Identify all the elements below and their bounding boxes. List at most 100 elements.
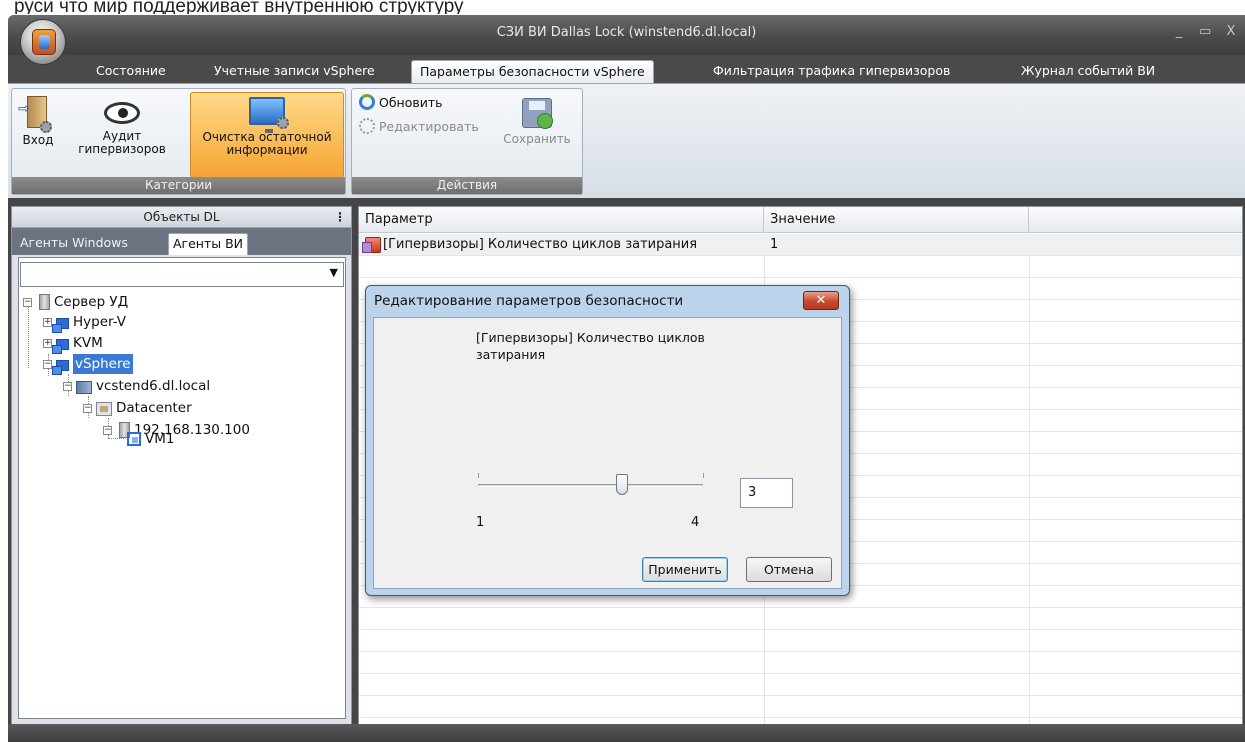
table-row xyxy=(359,652,1242,674)
tree-node-server[interactable]: − Сервер УД xyxy=(23,292,128,312)
edit-security-params-dialog: Редактирование параметров безопасности ✕… xyxy=(365,285,850,596)
residual-cleanup-label: Очистка остаточной информации xyxy=(202,130,332,157)
param-name: [Гипервизоры] Количество циклов затирани… xyxy=(383,237,698,252)
tab-windows-agents[interactable]: Агенты Windows xyxy=(16,233,132,255)
cluster-icon xyxy=(52,339,69,354)
objects-pane-title: Объекты DL xyxy=(143,210,220,224)
window-title: СЗИ ВИ Dallas Lock (winstend6.dl.local) xyxy=(496,25,757,40)
tree-node-label: vcstend6.dl.local xyxy=(96,378,211,394)
parameter-description: [Гипервизоры] Количество циклов затирани… xyxy=(476,330,705,362)
tab-vsphere-accounts[interactable]: Учетные записи vSphere xyxy=(206,60,383,83)
title-bar: СЗИ ВИ Dallas Lock (winstend6.dl.local) … xyxy=(8,15,1245,55)
apply-button[interactable]: Применить xyxy=(642,557,728,582)
pane-grip-icon[interactable]: ⋮ xyxy=(334,207,346,227)
maximize-button[interactable]: ▭ xyxy=(1199,24,1211,39)
categories-group: Вход Аудит гипервизоров Очистка остаточн… xyxy=(11,88,346,195)
login-category-label: Вход xyxy=(22,133,54,147)
objects-pane: Объекты DL ⋮ Агенты Windows Агенты ВИ ▼ … xyxy=(11,206,352,726)
tree-node-vcenter[interactable]: − vcstend6.dl.local xyxy=(63,376,210,396)
dropdown-arrow-icon[interactable]: ▼ xyxy=(330,266,338,279)
refresh-icon xyxy=(359,94,375,110)
collapse-icon[interactable]: − xyxy=(63,381,72,391)
window-controls: _ ▭ X xyxy=(1173,24,1237,39)
expand-icon[interactable]: + xyxy=(43,317,52,327)
door-gear-icon xyxy=(18,96,52,133)
tree-node-kvm[interactable]: + KVM xyxy=(43,333,103,354)
refresh-button[interactable]: Обновить xyxy=(359,94,443,110)
cluster-icon xyxy=(52,360,69,375)
login-category-button[interactable]: Вход xyxy=(15,92,61,174)
agents-tabs: Агенты Windows Агенты ВИ xyxy=(12,228,351,255)
table-row xyxy=(359,608,1242,630)
audit-category-label: Аудит гипервизоров xyxy=(78,129,166,156)
refresh-label: Обновить xyxy=(379,94,443,110)
app-menu-button[interactable] xyxy=(20,19,66,65)
collapse-icon[interactable]: − xyxy=(103,425,112,435)
tab-traffic-filter[interactable]: Фильтрация трафика гипервизоров xyxy=(705,60,958,83)
edit-button[interactable]: Редактировать xyxy=(359,118,479,134)
close-button[interactable]: X xyxy=(1225,24,1237,39)
collapse-icon[interactable]: − xyxy=(43,359,52,369)
value-cell: 1 xyxy=(766,234,1026,256)
app-logo-icon xyxy=(32,29,56,55)
table-row xyxy=(359,674,1242,696)
tree-node-label: Hyper-V xyxy=(73,314,127,330)
slider-tick xyxy=(478,473,479,478)
cancel-button[interactable]: Отмена xyxy=(746,557,832,582)
minimize-button[interactable]: _ xyxy=(1173,24,1185,39)
tree-node-esxi-host[interactable]: − 192.168.130.100 xyxy=(103,420,250,440)
screen-brush-icon xyxy=(249,97,289,133)
ribbon: Вход Аудит гипервизоров Очистка остаточн… xyxy=(8,83,1245,198)
table-row xyxy=(359,256,1242,278)
parameter-icon xyxy=(362,237,381,253)
tree-node-label: Сервер УД xyxy=(54,294,129,310)
cycles-slider-track[interactable] xyxy=(478,484,703,487)
eye-gear-icon xyxy=(104,102,140,124)
tree-node-vsphere[interactable]: − vSphere xyxy=(43,354,133,375)
dialog-title: Редактирование параметров безопасности xyxy=(374,293,684,309)
slider-min-label: 1 xyxy=(476,515,485,530)
tree-node-label: VM1 xyxy=(145,431,175,447)
tree-node-vm[interactable]: VM1 xyxy=(127,429,174,449)
audit-category-button[interactable]: Аудит гипервизоров xyxy=(67,92,177,174)
save-button[interactable]: Сохранить xyxy=(502,92,572,174)
tree-node-hyperv[interactable]: + Hyper-V xyxy=(43,312,127,333)
tab-vsphere-security[interactable]: Параметры безопасности vSphere xyxy=(411,60,654,83)
dialog-body: [Гипервизоры] Количество циклов затирани… xyxy=(373,317,842,589)
tree-node-label: KVM xyxy=(73,335,103,351)
tree-node-label: Datacenter xyxy=(116,400,192,416)
cluster-icon xyxy=(52,318,69,333)
residual-cleanup-category-button[interactable]: Очистка остаточной информации xyxy=(190,92,344,178)
tab-vi-agents[interactable]: Агенты ВИ xyxy=(168,233,249,255)
param-value: 1 xyxy=(770,237,779,252)
edit-label: Редактировать xyxy=(379,118,479,134)
collapse-icon[interactable]: − xyxy=(83,403,92,413)
column-header-value[interactable]: Значение xyxy=(764,207,1029,233)
cycles-count-input[interactable]: 3 xyxy=(740,478,793,508)
cycles-slider-thumb[interactable] xyxy=(616,474,628,495)
dialog-close-button[interactable]: ✕ xyxy=(803,291,839,310)
filter-combo[interactable]: ▼ xyxy=(20,262,344,287)
collapse-icon[interactable]: − xyxy=(23,297,32,307)
tree-node-datacenter[interactable]: − Datacenter xyxy=(83,398,192,418)
datacenter-icon xyxy=(96,402,112,416)
param-cell: [Гипервизоры] Количество циклов затирани… xyxy=(361,234,761,256)
save-disk-icon xyxy=(522,98,553,129)
slider-max-label: 4 xyxy=(691,515,700,530)
caption-text: руси что мир поддерживает внутреннюю стр… xyxy=(14,0,464,14)
table-row[interactable]: [Гипервизоры] Количество циклов затирани… xyxy=(359,234,1242,256)
server-icon xyxy=(39,294,50,310)
categories-group-label: Категории xyxy=(12,177,345,194)
actions-group: Обновить Редактировать Сохранить Действи… xyxy=(351,88,583,195)
table-row xyxy=(359,630,1242,652)
tab-status[interactable]: Состояние xyxy=(88,60,174,83)
tree-node-label: vSphere xyxy=(73,354,133,374)
expand-icon[interactable]: + xyxy=(43,338,52,348)
column-header-parameter[interactable]: Параметр xyxy=(359,207,764,233)
vm-icon xyxy=(127,432,141,446)
ribbon-tabs: Состояние Учетные записи vSphere Парамет… xyxy=(8,55,1245,83)
status-bar xyxy=(8,724,1245,742)
tab-event-log[interactable]: Журнал событий ВИ xyxy=(1013,60,1163,83)
actions-group-label: Действия xyxy=(352,177,582,194)
grid-header: Параметр Значение xyxy=(359,207,1242,233)
